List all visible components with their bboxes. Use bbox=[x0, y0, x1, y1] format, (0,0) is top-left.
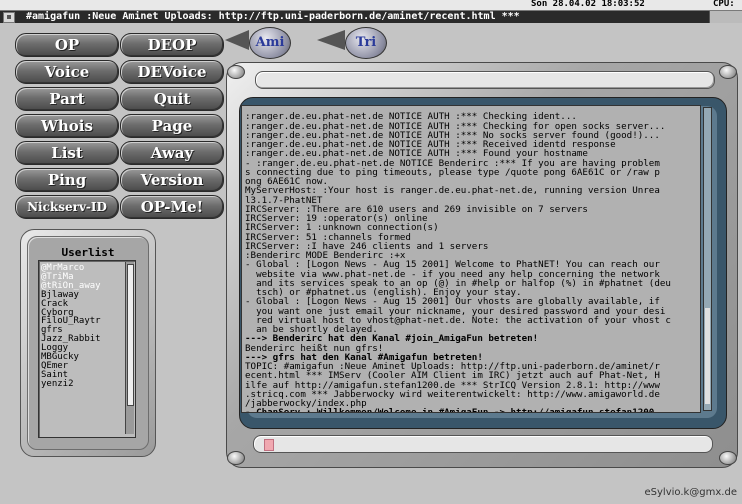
chat-line: ong 6AE61C now. bbox=[245, 177, 328, 187]
chat-line: /jabberwocky/index.php bbox=[245, 399, 367, 409]
chat-line: l3.1.7-PhatNET bbox=[245, 195, 323, 205]
clock-text: Son 28.04.02 18:03:52 bbox=[531, 0, 645, 9]
userlist-title: Userlist bbox=[61, 246, 115, 259]
rivet-icon bbox=[719, 451, 737, 465]
chat-line: s connecting due to ping timeouts, pleas… bbox=[245, 167, 660, 177]
chat-line: IRCServer: 1 :unknown connection(s) bbox=[245, 223, 439, 233]
chat-scroll-knob[interactable] bbox=[705, 308, 710, 404]
chat-line: IRCServer: :I have 246 clients and 1 ser… bbox=[245, 241, 489, 251]
voice-button[interactable]: Voice bbox=[15, 60, 119, 84]
tab-ami[interactable]: Ami bbox=[249, 27, 291, 59]
chat-lines: :ranger.de.eu.phat-net.de NOTICE AUTH :*… bbox=[245, 106, 697, 412]
chat-line: MyServerHost: :Your host is ranger.de.eu… bbox=[245, 186, 660, 196]
chat-line: - ChanServ : Willkommen/Welcome in #Amig… bbox=[245, 408, 697, 412]
chat-line: ---> Benderirc hat den Kanal #join_Amiga… bbox=[245, 334, 539, 344]
chat-line: tsch) or #phatnet.us (english). Enjoy yo… bbox=[245, 288, 522, 298]
chat-line: - Global : [Logon News - Aug 15 2001] We… bbox=[245, 260, 660, 270]
window-title: #amigafun :Neue Aminet Uploads: http://f… bbox=[26, 11, 520, 22]
chat-line: .stricq.com *** Jabberwocky wird weitere… bbox=[245, 389, 660, 399]
topic-bar[interactable] bbox=[255, 71, 715, 89]
chat-line bbox=[245, 106, 697, 112]
chat-line: IRCServer: 51 :channels formed bbox=[245, 232, 411, 242]
version-button[interactable]: Version bbox=[120, 168, 224, 192]
tab-wing-icon bbox=[225, 30, 249, 50]
chat-line: an be shortly delayed. bbox=[245, 325, 378, 335]
chat-line: - :ranger.de.eu.phat-net.de NOTICE Bende… bbox=[245, 158, 660, 168]
chat-line: and its services speak to an op (@) in #… bbox=[245, 278, 671, 288]
userlist-scrollbar[interactable] bbox=[125, 262, 134, 434]
chat-scrollbar[interactable] bbox=[703, 107, 712, 411]
chat-line: TOPIC: #amigafun :Neue Aminet Uploads: h… bbox=[245, 362, 660, 372]
rivet-icon bbox=[719, 65, 737, 79]
quit-button[interactable]: Quit bbox=[120, 87, 224, 111]
window-titlebar[interactable]: #amigafun :Neue Aminet Uploads: http://f… bbox=[0, 11, 742, 23]
close-gadget-icon[interactable] bbox=[3, 12, 15, 23]
chat-line: ---> gfrs hat den Kanal #Amigafun betret… bbox=[245, 352, 483, 362]
part-button[interactable]: Part bbox=[15, 87, 119, 111]
screen-menubar: Son 28.04.02 18:03:52 CPU: bbox=[0, 0, 742, 11]
page-button[interactable]: Page bbox=[120, 114, 224, 138]
text-cursor-icon bbox=[264, 439, 274, 451]
op-button[interactable]: OP bbox=[15, 33, 119, 57]
tab-tri[interactable]: Tri bbox=[345, 27, 387, 59]
chat-line: :ranger.de.eu.phat-net.de NOTICE AUTH :*… bbox=[245, 149, 588, 159]
chat-line: website via www.phat-net.de - if you nee… bbox=[245, 269, 660, 279]
userlist-box[interactable]: @MrMarco @TriMa @tRiOn_away Bjlaway Crack Cyb… bbox=[38, 260, 136, 438]
chat-line: IRCServer: 19 :operator(s) online bbox=[245, 214, 428, 224]
list-button[interactable]: List bbox=[15, 141, 119, 165]
user-item[interactable]: yenzi2 bbox=[41, 379, 101, 389]
chat-line: :ranger.de.eu.phat-net.de NOTICE AUTH :*… bbox=[245, 130, 660, 140]
chat-line: - Global : [Logon News - Aug 15 2001] Ou… bbox=[245, 297, 660, 307]
message-input[interactable] bbox=[253, 435, 713, 453]
chat-log[interactable]: :ranger.de.eu.phat-net.de NOTICE AUTH :*… bbox=[241, 105, 701, 413]
chat-line: ilfe auf http://amigafun.stefan1200.de *… bbox=[245, 380, 660, 390]
op-me-button[interactable]: OP-Me! bbox=[120, 195, 224, 219]
author-credit: eSylvio.k@gmx.de bbox=[644, 487, 738, 498]
chat-line: red virtual host to vhost@phat-net.de. N… bbox=[245, 315, 671, 325]
chat-line: :ranger.de.eu.phat-net.de NOTICE AUTH :*… bbox=[245, 112, 577, 122]
ping-button[interactable]: Ping bbox=[15, 168, 119, 192]
nickserv-id-button[interactable]: Nickserv-ID bbox=[15, 195, 119, 219]
chat-line: :Benderirc MODE Benderirc :+x bbox=[245, 251, 406, 261]
depth-gadget-icon[interactable] bbox=[709, 11, 742, 23]
tab-wing-icon bbox=[317, 30, 345, 50]
away-button[interactable]: Away bbox=[120, 141, 224, 165]
chat-line: :ranger.de.eu.phat-net.de NOTICE AUTH :*… bbox=[245, 121, 666, 131]
devoice-button[interactable]: DEVoice bbox=[120, 60, 224, 84]
whois-button[interactable]: Whois bbox=[15, 114, 119, 138]
chat-line: :ranger.de.eu.phat-net.de NOTICE AUTH :*… bbox=[245, 140, 616, 150]
cpu-label: CPU: bbox=[713, 0, 735, 9]
deop-button[interactable]: DEOP bbox=[120, 33, 224, 57]
chat-line: IRCServer: :There are 610 users and 269 … bbox=[245, 204, 588, 214]
chat-line: ecent.html *** IMServ (Cooler AIM Client… bbox=[245, 371, 660, 381]
userlist-panel: Userlist @MrMarco @TriMa @tRiOn_away Bjlawa… bbox=[20, 229, 156, 457]
rivet-icon bbox=[227, 65, 245, 79]
userlist-scroll-knob[interactable] bbox=[127, 264, 134, 406]
chat-frame: :ranger.de.eu.phat-net.de NOTICE AUTH :*… bbox=[226, 62, 738, 468]
userlist-items: @MrMarco @TriMa @tRiOn_away Bjlaway Crack Cyb… bbox=[41, 264, 101, 389]
chat-line: you want one just email your nickname, y… bbox=[245, 306, 666, 316]
chat-line: Benderirc heißt nun gfrs! bbox=[245, 343, 384, 353]
rivet-icon bbox=[227, 451, 245, 465]
